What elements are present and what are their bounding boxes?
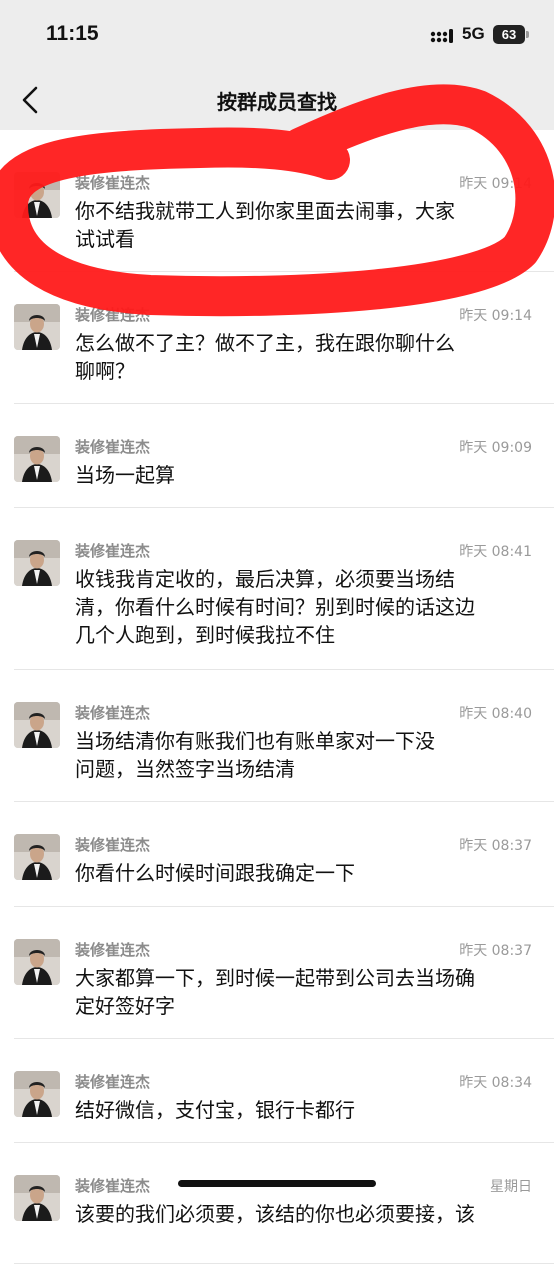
message-text: 该要的我们必须要，该结的你也必须要接，该 bbox=[75, 1200, 534, 1228]
message-line: 问题，当然签字当场结清 bbox=[75, 757, 295, 781]
message-text: 怎么做不了主？做不了主，我在跟你聊什么 聊啊？ bbox=[75, 329, 534, 385]
page-title: 按群成员查找 bbox=[217, 90, 337, 114]
message-text: 大家都算一下，到时候一起带到公司去当场确 定好签好字 bbox=[75, 964, 534, 1020]
message-time: 星期日 bbox=[490, 1179, 532, 1195]
sender-name: 装修崔连杰 bbox=[75, 1177, 151, 1195]
avatar[interactable] bbox=[14, 702, 60, 748]
message-time: 昨天 09:09 bbox=[459, 440, 532, 456]
message-line: 收钱我肯定收的，最后决算，必须要当场结 bbox=[75, 567, 455, 591]
message-time: 昨天 08:34 bbox=[459, 1075, 532, 1091]
battery-icon: 63 bbox=[493, 25, 525, 44]
status-bar: 11:15 5G 63 bbox=[0, 0, 554, 70]
avatar[interactable] bbox=[14, 436, 60, 482]
sender-name: 装修崔连杰 bbox=[75, 941, 151, 959]
message-item[interactable]: 装修崔连杰 昨天 09:14 怎么做不了主？做不了主，我在跟你聊什么 聊啊？ bbox=[14, 272, 554, 404]
message-line: 大家都算一下，到时候一起带到公司去当场确 bbox=[75, 966, 475, 990]
avatar[interactable] bbox=[14, 540, 60, 586]
message-time: 昨天 08:41 bbox=[459, 544, 532, 560]
message-time: 昨天 09:14 bbox=[459, 308, 532, 324]
message-item[interactable]: 装修崔连杰 昨天 08:37 大家都算一下，到时候一起带到公司去当场确 定好签好字 bbox=[14, 907, 554, 1039]
battery-level: 63 bbox=[501, 27, 517, 42]
message-item[interactable]: 装修崔连杰 昨天 08:40 当场结清你有账我们也有账单家对一下没 问题，当然签字当场… bbox=[14, 670, 554, 802]
status-time: 11:15 bbox=[46, 22, 99, 45]
message-time: 昨天 08:40 bbox=[459, 706, 532, 722]
message-item[interactable]: 装修崔连杰 星期日 该要的我们必须要，该结的你也必须要接，该 bbox=[14, 1143, 554, 1264]
avatar[interactable] bbox=[14, 1071, 60, 1117]
sender-name: 装修崔连杰 bbox=[75, 174, 151, 192]
avatar[interactable] bbox=[14, 304, 60, 350]
message-text: 当场一起算 bbox=[75, 461, 534, 489]
message-text: 当场结清你有账我们也有账单家对一下没 问题，当然签字当场结清 bbox=[75, 727, 534, 783]
avatar[interactable] bbox=[14, 939, 60, 985]
sender-name: 装修崔连杰 bbox=[75, 1073, 151, 1091]
message-time: 昨天 08:37 bbox=[459, 838, 532, 854]
message-line: 当场一起算 bbox=[75, 463, 175, 487]
sender-name: 装修崔连杰 bbox=[75, 836, 151, 854]
message-line: 你看什么时候时间跟我确定一下 bbox=[75, 861, 355, 885]
message-text: 你不结我就带工人到你家里面去闹事，大家 试试看 bbox=[75, 197, 534, 253]
avatar[interactable] bbox=[14, 1175, 60, 1221]
message-line: 结好微信，支付宝，银行卡都行 bbox=[75, 1098, 355, 1122]
message-line: 定好签好字 bbox=[75, 994, 175, 1018]
message-item[interactable]: 装修崔连杰 昨天 08:41 收钱我肯定收的，最后决算，必须要当场结 清，你看什么时候… bbox=[14, 508, 554, 670]
message-line: 清，你看什么时候有时间？别到时候的话这边 bbox=[75, 595, 475, 619]
message-list: 装修崔连杰 昨天 09:14 你不结我就带工人到你家里面去闹事，大家 试试看 装修崔连… bbox=[0, 140, 554, 1264]
home-indicator[interactable] bbox=[178, 1180, 376, 1187]
battery-tip bbox=[526, 31, 529, 38]
sender-name: 装修崔连杰 bbox=[75, 704, 151, 722]
network-label: 5G bbox=[462, 24, 485, 43]
sender-name: 装修崔连杰 bbox=[75, 438, 151, 456]
message-line: 该要的我们必须要，该结的你也必须要接，该 bbox=[75, 1202, 475, 1226]
message-item[interactable]: 装修崔连杰 昨天 09:09 当场一起算 bbox=[14, 404, 554, 508]
message-item[interactable]: 装修崔连杰 昨天 08:37 你看什么时候时间跟我确定一下 bbox=[14, 802, 554, 907]
message-text: 收钱我肯定收的，最后决算，必须要当场结 清，你看什么时候有时间？别到时候的话这边几… bbox=[75, 565, 534, 649]
message-line: 聊啊？ bbox=[75, 359, 135, 383]
message-line: 你不结我就带工人到你家里面去闹事，大家 bbox=[75, 199, 455, 223]
signal-icon bbox=[430, 29, 453, 43]
nav-bar: 按群成员查找 bbox=[0, 70, 554, 130]
message-line: 当场结清你有账我们也有账单家对一下没 bbox=[75, 729, 435, 753]
sender-name: 装修崔连杰 bbox=[75, 306, 151, 324]
message-item[interactable]: 装修崔连杰 昨天 09:14 你不结我就带工人到你家里面去闹事，大家 试试看 bbox=[14, 140, 554, 272]
message-text: 结好微信，支付宝，银行卡都行 bbox=[75, 1096, 534, 1124]
message-item[interactable]: 装修崔连杰 昨天 08:34 结好微信，支付宝，银行卡都行 bbox=[14, 1039, 554, 1143]
message-line: 试试看 bbox=[75, 227, 135, 251]
message-line: 怎么做不了主？做不了主，我在跟你聊什么 bbox=[75, 331, 455, 355]
sender-name: 装修崔连杰 bbox=[75, 542, 151, 560]
message-time: 昨天 09:14 bbox=[459, 176, 532, 192]
message-text: 你看什么时候时间跟我确定一下 bbox=[75, 859, 534, 887]
avatar[interactable] bbox=[14, 172, 60, 218]
avatar[interactable] bbox=[14, 834, 60, 880]
message-line: 几个人跑到，到时候我拉不住 bbox=[75, 623, 335, 647]
message-time: 昨天 08:37 bbox=[459, 943, 532, 959]
